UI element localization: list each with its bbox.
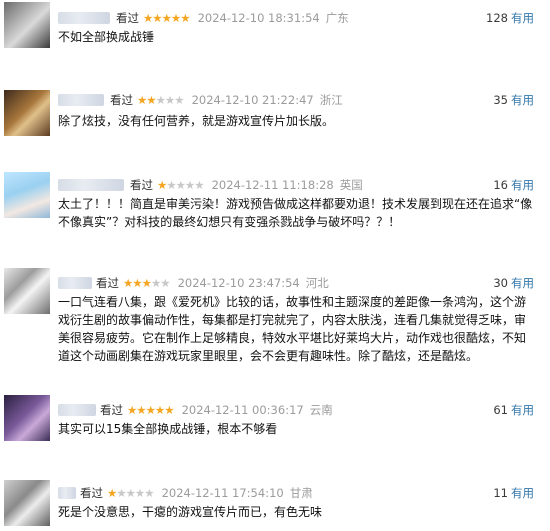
comment-item: 看过 ★★★★★ 2024-12-10 21:22:47 浙江 35 有用 除了炫技，没… — [0, 82, 550, 142]
useful-label: 有用 — [511, 486, 534, 500]
comment-item: 看过 ★★★★★ 2024-12-10 23:47:54 河北 30 有用 一口气连看八… — [0, 266, 550, 366]
comment-time: 2024-12-10 18:31:54 — [197, 11, 320, 25]
comment-time: 2024-12-11 11:18:28 — [211, 178, 334, 192]
watch-status: 看过 — [100, 403, 123, 417]
comment-text: 不如全部换成战锤 — [58, 30, 155, 44]
comment-time: 2024-12-10 21:22:47 — [191, 93, 314, 107]
comment-text: 除了炫技，没有任何营养，就是游戏宣传片加长版。 — [58, 114, 335, 128]
rating-stars: ★★★★★ — [137, 93, 185, 107]
useful-count: 11 — [493, 486, 508, 500]
comment-meta: 看过 ★★★★★ 2024-12-10 18:31:54 广东 — [116, 10, 349, 26]
rating-stars: ★★★★★ — [123, 276, 171, 290]
username[interactable] — [58, 487, 76, 499]
rating-stars: ★★★★★ — [157, 178, 205, 192]
comment-text: 其实可以15集全部换成战锤，根本不够看 — [58, 422, 278, 436]
username[interactable] — [58, 12, 110, 24]
useful-votes-button[interactable]: 30 有用 — [493, 275, 534, 291]
username[interactable] — [58, 404, 96, 416]
useful-count: 35 — [493, 93, 508, 107]
comment-location: 河北 — [305, 276, 329, 290]
avatar[interactable] — [4, 480, 50, 526]
avatar[interactable] — [4, 172, 50, 218]
username[interactable] — [58, 277, 92, 289]
useful-votes-button[interactable]: 61 有用 — [493, 402, 534, 418]
useful-label: 有用 — [511, 178, 534, 192]
comment-item: 看过 ★★★★★ 2024-12-11 17:54:10 甘肃 11 有用 死是个没意思… — [0, 476, 550, 531]
comment-text: 死是个没意思，干瘪的游戏宣传片而已，有色无味 — [58, 505, 323, 519]
avatar[interactable] — [4, 395, 50, 441]
avatar[interactable] — [4, 90, 50, 136]
comment-location: 广东 — [325, 11, 349, 25]
comment-item: 看过 ★★★★★ 2024-12-11 00:36:17 云南 61 有用 其实可以15… — [0, 393, 550, 449]
watch-status: 看过 — [110, 93, 133, 107]
comment-location: 英国 — [339, 178, 363, 192]
useful-label: 有用 — [511, 93, 534, 107]
comment-meta: 看过 ★★★★★ 2024-12-11 11:18:28 英国 — [130, 177, 363, 193]
watch-status: 看过 — [116, 11, 139, 25]
useful-label: 有用 — [511, 11, 534, 25]
useful-label: 有用 — [511, 403, 534, 417]
useful-count: 16 — [493, 178, 508, 192]
comment-text: 一口气连看八集，跟《爱死机》比较的话，故事性和主题深度的差距像一条鸿沟，这个游戏… — [58, 295, 527, 363]
useful-count: 128 — [486, 11, 508, 25]
comment-meta: 看过 ★★★★★ 2024-12-10 21:22:47 浙江 — [110, 92, 343, 108]
comment-time: 2024-12-11 00:36:17 — [181, 403, 304, 417]
comment-item: 看过 ★★★★★ 2024-12-11 11:18:28 英国 16 有用 太土了！！！… — [0, 168, 550, 238]
username[interactable] — [58, 179, 124, 191]
useful-votes-button[interactable]: 16 有用 — [493, 177, 534, 193]
comment-location: 甘肃 — [289, 486, 313, 500]
watch-status: 看过 — [130, 178, 153, 192]
watch-status: 看过 — [96, 276, 119, 290]
rating-stars: ★★★★★ — [143, 11, 191, 25]
useful-votes-button[interactable]: 35 有用 — [493, 92, 534, 108]
avatar[interactable] — [4, 268, 50, 314]
comment-time: 2024-12-10 23:47:54 — [177, 276, 300, 290]
comment-time: 2024-12-11 17:54:10 — [161, 486, 284, 500]
useful-count: 30 — [493, 276, 508, 290]
comment-text: 太土了！！！简直是审美污染！游戏预告做成这样都要劝退！技术发展到现在还在追求“像… — [58, 197, 533, 229]
rating-stars: ★★★★★ — [127, 403, 175, 417]
watch-status: 看过 — [80, 486, 103, 500]
useful-label: 有用 — [511, 276, 534, 290]
comment-meta: 看过 ★★★★★ 2024-12-11 17:54:10 甘肃 — [80, 485, 313, 501]
comment-meta: 看过 ★★★★★ 2024-12-11 00:36:17 云南 — [100, 402, 333, 418]
comment-item: 看过 ★★★★★ 2024-12-10 18:31:54 广东 128 有用 不如全部换… — [0, 0, 550, 60]
comment-meta: 看过 ★★★★★ 2024-12-10 23:47:54 河北 — [96, 275, 329, 291]
useful-votes-button[interactable]: 11 有用 — [493, 485, 534, 501]
avatar[interactable] — [4, 2, 50, 48]
username[interactable] — [58, 94, 104, 106]
comment-location: 浙江 — [319, 93, 343, 107]
useful-votes-button[interactable]: 128 有用 — [486, 10, 534, 26]
comment-location: 云南 — [309, 403, 333, 417]
rating-stars: ★★★★★ — [107, 486, 155, 500]
useful-count: 61 — [493, 403, 508, 417]
